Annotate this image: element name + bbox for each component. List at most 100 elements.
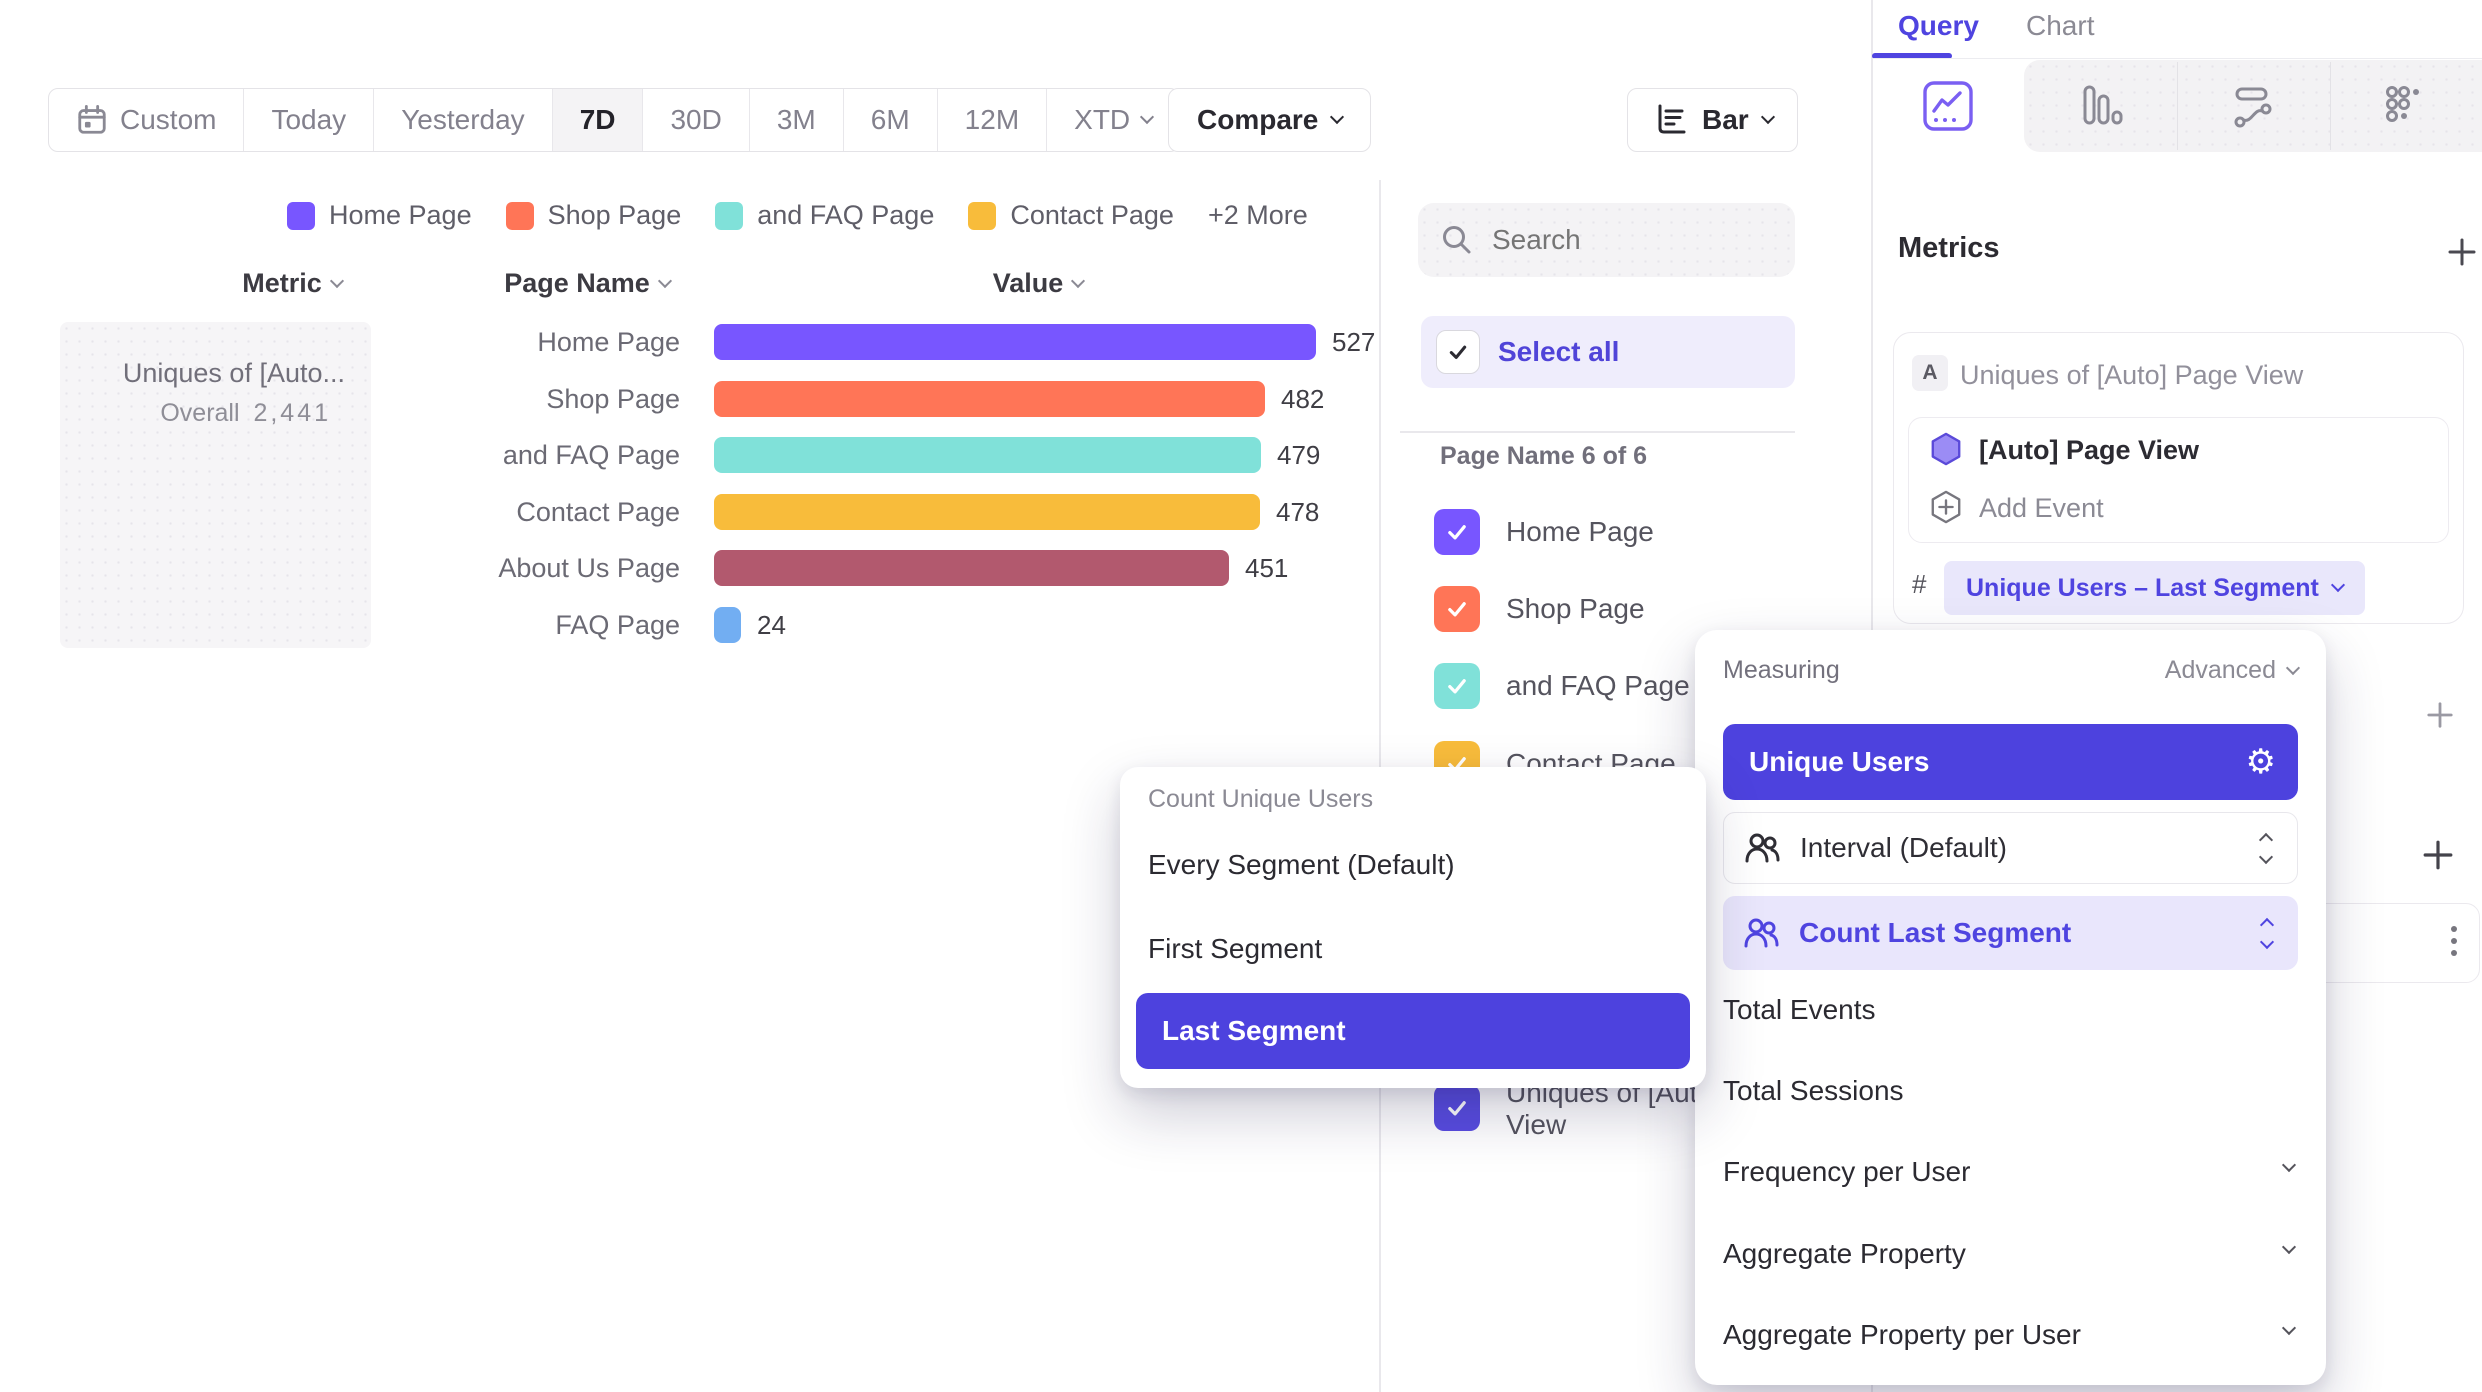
menu-item-aggregate-property-per-user[interactable]: Aggregate Property per User (1723, 1319, 2081, 1351)
chevron-down-icon (658, 273, 672, 287)
search-input[interactable] (1490, 223, 1764, 257)
option-first-segment[interactable]: First Segment (1148, 933, 1322, 965)
bar-value: 527 (1332, 324, 1375, 360)
chevron-down-icon (330, 273, 344, 287)
chart-type-button[interactable]: Bar (1627, 88, 1798, 152)
chevron-down-icon (1761, 110, 1775, 124)
select-all-label: Select all (1498, 336, 1619, 368)
date-range-control: Custom Today Yesterday 7D 30D 3M 6M 12M … (48, 88, 1180, 152)
bar-value: 451 (1245, 550, 1288, 586)
menu-item-frequency-per-user[interactable]: Frequency per User (1723, 1156, 1970, 1188)
bar-value: 478 (1276, 494, 1319, 530)
legend-swatch (287, 202, 315, 230)
range-3m[interactable]: 3M (749, 89, 843, 151)
column-header-metric[interactable]: Metric (207, 268, 377, 299)
segment-row-and-faq-page[interactable]: and FAQ Page (1434, 663, 1690, 709)
select-all-checkbox[interactable] (1436, 330, 1480, 374)
gear-icon[interactable]: ⚙ (2246, 742, 2276, 782)
add-breakdown-button[interactable] (2422, 839, 2454, 876)
segment-section-label: Page Name 6 of 6 (1440, 442, 1647, 471)
check-icon (1442, 1093, 1472, 1123)
divider (2330, 62, 2331, 150)
legend-item[interactable]: and FAQ Page (715, 200, 934, 231)
bar[interactable] (714, 324, 1316, 360)
metric-card: A Uniques of [Auto] Page View [Auto] Pag… (1893, 332, 2464, 624)
tab-chart[interactable]: Chart (2026, 10, 2094, 42)
legend-item[interactable]: Contact Page (968, 200, 1174, 231)
segment-row-uniques-metric[interactable]: Uniques of [Auto View (1434, 1085, 1713, 1141)
chevron-down-icon (1071, 273, 1085, 287)
checkbox-checked[interactable] (1434, 509, 1480, 555)
range-today[interactable]: Today (243, 89, 373, 151)
check-icon (1444, 338, 1472, 366)
tab-retention[interactable] (2382, 82, 2430, 135)
count-unique-users-popup: Count Unique Users Every Segment (Defaul… (1120, 767, 1706, 1088)
segment-row-shop-page[interactable]: Shop Page (1434, 586, 1645, 632)
overflow-menu-icon[interactable] (2451, 926, 2457, 956)
metrics-heading: Metrics (1898, 232, 2000, 265)
chevron-down-icon (2282, 1240, 2296, 1254)
range-custom[interactable]: Custom (49, 89, 243, 151)
users-icon (1743, 915, 1779, 951)
range-xtd[interactable]: XTD (1046, 89, 1179, 151)
menu-item-total-events[interactable]: Total Events (1723, 994, 1876, 1026)
bar[interactable] (714, 494, 1260, 530)
option-interval-default[interactable]: Interval (Default) (1723, 812, 2298, 884)
menu-item-aggregate-property[interactable]: Aggregate Property (1723, 1238, 1966, 1270)
range-yesterday[interactable]: Yesterday (373, 89, 552, 151)
plus-icon (2426, 701, 2454, 729)
legend-item[interactable]: Home Page (287, 200, 472, 231)
menu-item-total-sessions[interactable]: Total Sessions (1723, 1075, 1904, 1107)
metric-card-title: Uniques of [Auto] Page View (1960, 360, 2303, 391)
tab-flows[interactable] (2229, 82, 2277, 135)
funnels-icon (2076, 82, 2124, 130)
column-header-value[interactable]: Value (958, 268, 1118, 299)
bar-label: About Us Page (340, 550, 680, 586)
check-icon (1442, 517, 1472, 547)
divider (1872, 58, 2482, 59)
measurement-pill[interactable]: Unique Users – Last Segment (1944, 561, 2365, 615)
tab-funnels[interactable] (2076, 82, 2124, 135)
bar[interactable] (714, 550, 1229, 586)
legend-more[interactable]: +2 More (1208, 200, 1308, 231)
count-popup-title: Count Unique Users (1148, 785, 1373, 814)
range-30d[interactable]: 30D (642, 89, 748, 151)
bar-row: FAQ Page 24 (0, 607, 1379, 643)
tab-insights-active[interactable] (1922, 80, 1974, 137)
range-7d[interactable]: 7D (552, 89, 643, 151)
option-count-last-segment[interactable]: Count Last Segment (1723, 896, 2298, 970)
checkbox-checked[interactable] (1434, 1085, 1480, 1131)
legend-item[interactable]: Shop Page (506, 200, 682, 231)
option-unique-users-selected[interactable]: Unique Users ⚙ (1723, 724, 2298, 800)
column-header-page-name[interactable]: Page Name (482, 268, 692, 299)
select-all-row[interactable]: Select all (1421, 316, 1795, 388)
option-every-segment[interactable]: Every Segment (Default) (1148, 849, 1455, 881)
compare-button[interactable]: Compare (1168, 88, 1371, 152)
add-event-button[interactable]: Add Event (1979, 493, 2104, 524)
bar-label: Home Page (340, 324, 680, 360)
segment-row-home-page[interactable]: Home Page (1434, 509, 1654, 555)
checkbox-checked[interactable] (1434, 586, 1480, 632)
bar-row: Home Page 527 (0, 324, 1379, 360)
advanced-toggle[interactable]: Advanced (2165, 656, 2298, 685)
event-name[interactable]: [Auto] Page View (1979, 435, 2199, 466)
bar-row: Shop Page 482 (0, 381, 1379, 417)
plus-icon (2422, 839, 2454, 871)
tab-query[interactable]: Query (1898, 10, 1979, 42)
stepper-icon[interactable] (2261, 835, 2271, 862)
checkbox-checked[interactable] (1434, 663, 1480, 709)
metric-summary-box[interactable]: Uniques of [Auto... Overall 2,441 (60, 322, 371, 648)
stepper-icon[interactable] (2262, 920, 2272, 947)
legend-swatch (968, 202, 996, 230)
bar-value: 479 (1277, 437, 1320, 473)
add-metric-button[interactable] (2447, 237, 2477, 272)
range-12m[interactable]: 12M (937, 89, 1046, 151)
bar[interactable] (714, 381, 1265, 417)
range-custom-label: Custom (120, 104, 216, 136)
bar[interactable] (714, 607, 741, 643)
add-filter-button[interactable] (2426, 701, 2454, 734)
bar[interactable] (714, 437, 1261, 473)
option-last-segment-selected[interactable]: Last Segment (1136, 993, 1690, 1069)
range-6m[interactable]: 6M (843, 89, 937, 151)
event-block: [Auto] Page View Add Event (1908, 417, 2449, 543)
